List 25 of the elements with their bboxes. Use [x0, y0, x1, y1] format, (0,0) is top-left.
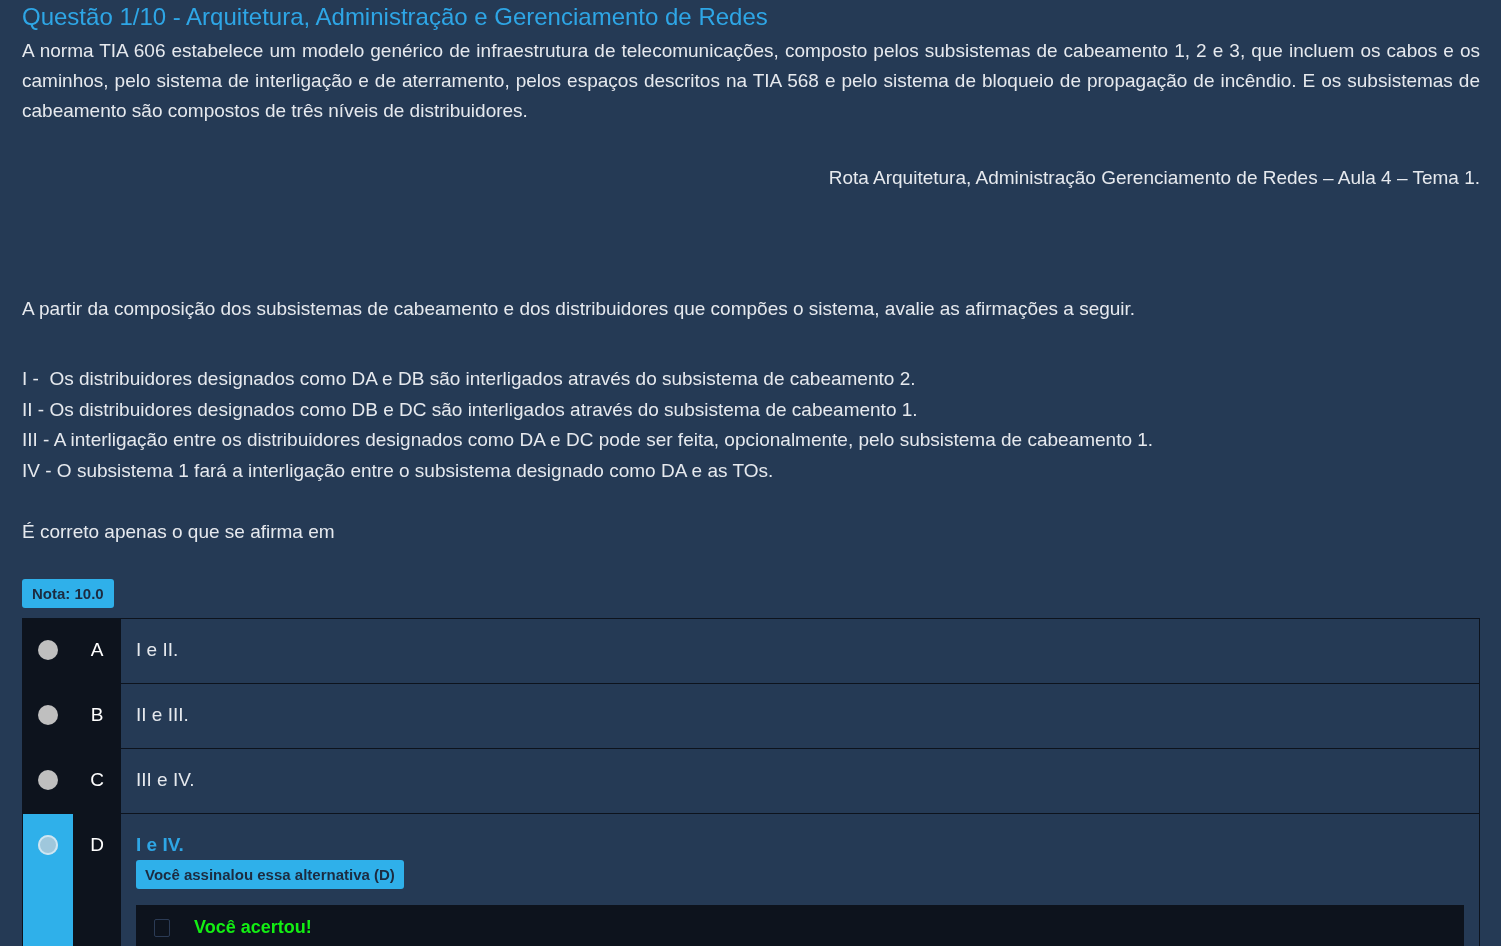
radio-icon[interactable]: [38, 835, 58, 855]
option-text: II e III.: [136, 704, 189, 726]
statement: III - A interligação entre os distribuidores designados como DA e DC pode ser feita, opcionalmente, pelo subsistema de cabeamento 1.: [22, 428, 1155, 452]
question-prompt: A partir da composição dos subsistemas de cabeamento e dos distribuidores que compões o sistema, avalie as afirmações a seguir.: [22, 297, 1137, 321]
source-citation: Rota Arquitetura, Administração Gerenciamento de Redes – Aula 4 – Tema 1.: [827, 166, 1480, 190]
grade-badge: Nota: 10.0: [22, 579, 114, 608]
selected-answer-badge: Você assinalou essa alternativa (D): [136, 860, 404, 889]
checkbox-icon: [154, 918, 170, 937]
feedback-text: Você acertou!: [194, 917, 312, 938]
radio-icon[interactable]: [38, 705, 58, 725]
option-letter: C: [73, 749, 121, 813]
question-closing: É correto apenas o que se afirma em: [22, 520, 336, 544]
statement: II - Os distribuidores designados como DB e DC são interligados através do subsistema de cabeamento 1.: [22, 397, 919, 422]
statement: IV - O subsistema 1 fará a interligação entre o subsistema designado como DA e as TOs.: [22, 458, 775, 483]
radio-icon[interactable]: [38, 770, 58, 790]
question-intro: A norma TIA 606 estabelece um modelo genérico de infraestrutura de telecomunicações, composto pelos subsistemas de cabeamento 1, 2 e 3, que incluem os cabos e os caminhos, pelo sistema de interligação e de aterramento, pelos espaços descritos na TIA 568 e pelo sistema de bloqueio de propagação de incêndio. E os subsistemas de cabeamento são compostos de três níveis de distribuidores.: [22, 39, 1480, 123]
question-title: Questão 1/10 - Arquitetura, Administração e Gerenciamento de Redes: [22, 2, 769, 32]
option-letter: D: [73, 814, 121, 946]
option-letter: B: [73, 684, 121, 748]
option-text: I e IV.: [136, 834, 184, 856]
option-text: I e II.: [136, 639, 179, 661]
option-text: III e IV.: [136, 769, 195, 791]
radio-icon[interactable]: [38, 640, 58, 660]
option-letter: A: [73, 619, 121, 683]
statement: I - Os distribuidores designados como DA e DB são interligados através do subsistema de cabeamento 2.: [22, 367, 917, 391]
